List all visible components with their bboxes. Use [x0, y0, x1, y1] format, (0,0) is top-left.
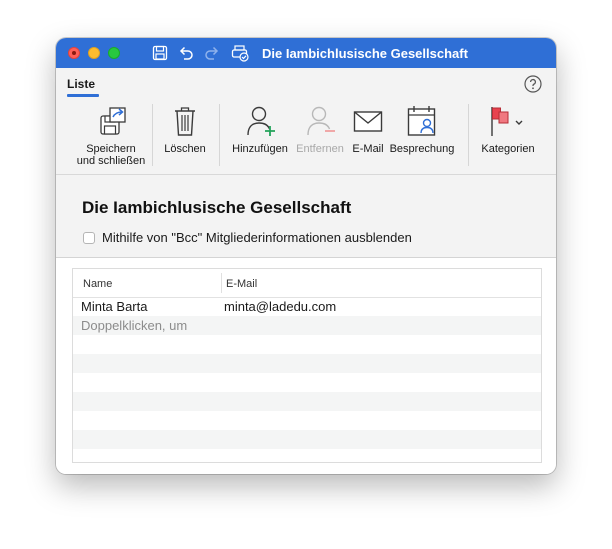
add-member-row[interactable]: Doppelklicken, um — [73, 316, 541, 335]
members-area: Name E-Mail Minta Barta minta@ladedu.com… — [56, 258, 556, 474]
bcc-checkbox-label[interactable]: Mithilfe von "Bcc" Mitgliederinformation… — [102, 230, 412, 245]
email-button[interactable]: E-Mail — [348, 98, 388, 174]
remove-label: Entfernen — [296, 143, 344, 155]
save-icon[interactable] — [151, 44, 169, 62]
close-window-button[interactable] — [68, 47, 80, 59]
add-member-hint: Doppelklicken, um — [81, 318, 188, 333]
tab-liste[interactable]: Liste — [67, 77, 95, 91]
flag-icon — [491, 107, 523, 136]
empty-row[interactable] — [73, 392, 541, 411]
redo-icon[interactable] — [203, 44, 221, 62]
table-header: Name E-Mail — [73, 269, 541, 298]
save-close-icon — [100, 107, 126, 135]
calendar-person-icon — [407, 106, 436, 136]
undo-icon[interactable] — [177, 44, 195, 62]
contact-group-window: Die Iambichlusische Gesellschaft Liste S… — [56, 38, 556, 474]
empty-row[interactable] — [73, 411, 541, 430]
envelope-icon — [353, 111, 383, 132]
ribbon-tab-bar: Liste — [56, 68, 556, 98]
help-icon[interactable] — [524, 75, 542, 93]
remove-member-button[interactable]: Entfernen — [292, 98, 348, 174]
minimize-window-button[interactable] — [88, 47, 100, 59]
delete-button[interactable]: Löschen — [160, 98, 210, 174]
member-email: minta@ladedu.com — [224, 299, 337, 314]
save-close-label: Speichern und schließen — [68, 143, 154, 167]
group-header: Die Iambichlusische Gesellschaft Mithilf… — [56, 175, 556, 258]
ribbon-separator — [219, 104, 220, 166]
members-table: Name E-Mail Minta Barta minta@ladedu.com… — [72, 268, 542, 463]
add-person-icon — [247, 106, 275, 136]
empty-row[interactable] — [73, 449, 541, 462]
save-and-close-button[interactable]: Speichern und schließen — [68, 98, 154, 174]
column-header-email[interactable]: E-Mail — [226, 278, 257, 290]
group-name[interactable]: Die Iambichlusische Gesellschaft — [82, 198, 351, 218]
member-name: Minta Barta — [81, 299, 148, 314]
empty-row[interactable] — [73, 430, 541, 449]
email-label: E-Mail — [352, 143, 384, 155]
ribbon-separator — [468, 104, 469, 166]
window-title: Die Iambichlusische Gesellschaft — [262, 46, 468, 61]
maximize-window-button[interactable] — [108, 47, 120, 59]
categories-button[interactable]: Kategorien — [476, 98, 540, 174]
chevron-down-icon — [515, 120, 523, 125]
table-row[interactable]: Minta Barta minta@ladedu.com — [73, 297, 541, 316]
empty-row[interactable] — [73, 354, 541, 373]
save-close-label-line2: und schließen — [76, 155, 146, 167]
print-icon[interactable] — [231, 44, 249, 62]
empty-row[interactable] — [73, 335, 541, 354]
column-divider[interactable] — [221, 273, 222, 293]
save-close-label-line1: Speichern — [86, 143, 136, 155]
active-tab-indicator — [67, 94, 99, 97]
bcc-checkbox[interactable] — [83, 232, 95, 244]
categories-label: Kategorien — [481, 143, 535, 155]
add-label: Hinzufügen — [232, 143, 288, 155]
ribbon-toolbar: Speichern und schließen Löschen Hinzufüg… — [56, 98, 556, 175]
column-header-name[interactable]: Name — [83, 278, 112, 290]
title-bar: Die Iambichlusische Gesellschaft — [56, 38, 556, 68]
trash-icon — [175, 107, 195, 136]
remove-person-icon — [307, 106, 335, 136]
delete-label: Löschen — [164, 143, 206, 155]
add-member-button[interactable]: Hinzufügen — [228, 98, 292, 174]
ribbon-separator — [152, 104, 153, 166]
meeting-button[interactable]: Besprechung — [388, 98, 456, 174]
meeting-label: Besprechung — [389, 143, 455, 155]
empty-row[interactable] — [73, 373, 541, 392]
